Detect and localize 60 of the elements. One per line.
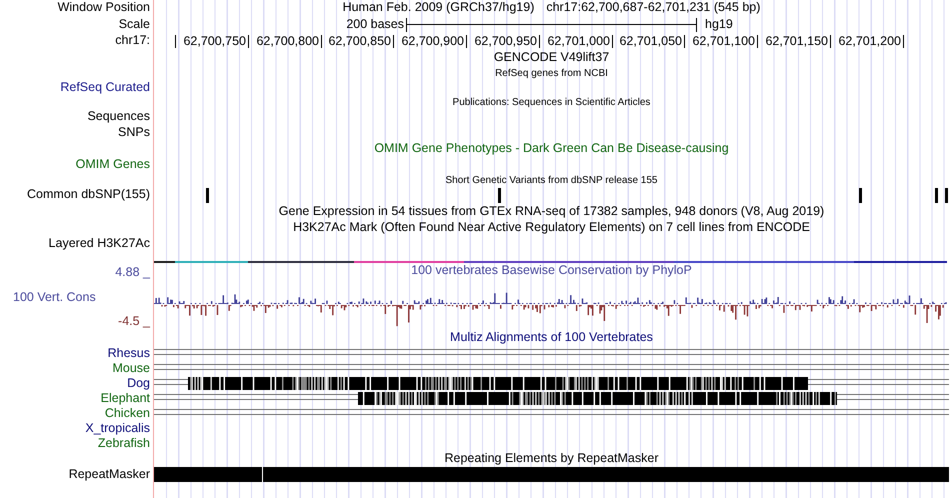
tick-mark	[830, 34, 831, 48]
track-title: Gene Expression in 54 tissues from GTEx RNA-seq of 17382 samples, 948 donors (V8, Aug 2019)	[278, 204, 824, 219]
track-title: GENCODE V49lift37	[494, 50, 610, 65]
track-label[interactable]: chr17:	[115, 32, 150, 47]
assembly-label: hg19	[705, 16, 733, 32]
axis-max-label: 4.88 _	[114, 264, 152, 280]
tick-mark	[321, 34, 322, 48]
track-label[interactable]: Zebrafish	[98, 436, 150, 450]
tick-mark	[684, 34, 685, 48]
ruler-label: 62,701,000	[547, 34, 610, 49]
track-title: RefSeq genes from NCBI	[495, 66, 608, 80]
scale-length: 200 bases	[346, 16, 404, 32]
track-label[interactable]: Common dbSNP(155)	[27, 186, 150, 201]
snp-mark	[206, 188, 209, 203]
track-title: Short Genetic Variants from dbSNP release 155	[446, 174, 658, 187]
axis-min-label: -4.5 _	[117, 314, 152, 330]
tick-mark	[757, 34, 758, 48]
snp-mark	[498, 188, 501, 203]
track-label[interactable]: RefSeq Curated	[60, 80, 150, 94]
track-title: Publications: Sequences in Scientific Articles	[452, 96, 650, 110]
tick-mark	[248, 34, 249, 48]
track-title: H3K27Ac Mark (Often Found Near Active Regulatory Elements) on 7 cell lines from ENCODE	[293, 220, 810, 235]
snp-mark	[935, 188, 938, 203]
tick-mark	[466, 34, 467, 48]
track-label[interactable]: X_tropicalis	[85, 421, 150, 436]
ruler-label: 62,700,900	[401, 34, 464, 49]
track-label[interactable]: Window Position	[58, 0, 150, 14]
track-label[interactable]: Mouse	[112, 361, 150, 376]
track-title: OMIM Gene Phenotypes - Dark Green Can Be Disease-causing	[374, 141, 729, 156]
assembly-title: Human Feb. 2009 (GRCh37/hg19)	[342, 0, 534, 15]
track-label[interactable]: RepeatMasker	[68, 467, 150, 482]
position-text: chr17:62,700,687-62,701,231 (545 bp)	[546, 0, 760, 15]
tick-mark	[539, 34, 540, 48]
track-label[interactable]: Layered H3K27Ac	[48, 236, 150, 250]
ruler-label: 62,700,850	[328, 34, 391, 49]
tick-mark	[175, 34, 176, 48]
tick-mark	[612, 34, 613, 48]
track-label[interactable]: Elephant	[100, 391, 150, 406]
track-label[interactable]: Chicken	[104, 406, 150, 420]
ruler-label: 62,700,800	[256, 34, 319, 49]
track-label[interactable]: Scale	[118, 16, 150, 31]
ruler-label: 62,701,100	[692, 34, 755, 49]
ruler-label: 62,701,150	[765, 34, 828, 49]
tick-mark	[903, 34, 904, 48]
ruler-label: 62,700,750	[183, 34, 246, 49]
track-title: Multiz Alignments of 100 Vertebrates	[450, 330, 653, 346]
track-label[interactable]: OMIM Genes	[76, 157, 150, 172]
snp-mark	[859, 188, 862, 203]
track-label[interactable]: Dog	[127, 376, 150, 390]
track-label[interactable]: SNPs	[118, 125, 150, 140]
track-label[interactable]: 100 Vert. Cons	[0, 290, 96, 305]
snp-mark	[945, 188, 948, 203]
tick-mark	[393, 34, 394, 48]
ruler-label: 62,700,950	[474, 34, 537, 49]
track-title: 100 vertebrates Basewise Conservation by PhyloP	[411, 263, 692, 280]
track-label[interactable]: Rhesus	[108, 346, 150, 360]
ruler-label: 62,701,050	[619, 34, 682, 49]
track-title: Repeating Elements by RepeatMasker	[444, 451, 658, 466]
track-label[interactable]: Sequences	[87, 109, 150, 124]
ruler-label: 62,701,200	[838, 34, 901, 49]
